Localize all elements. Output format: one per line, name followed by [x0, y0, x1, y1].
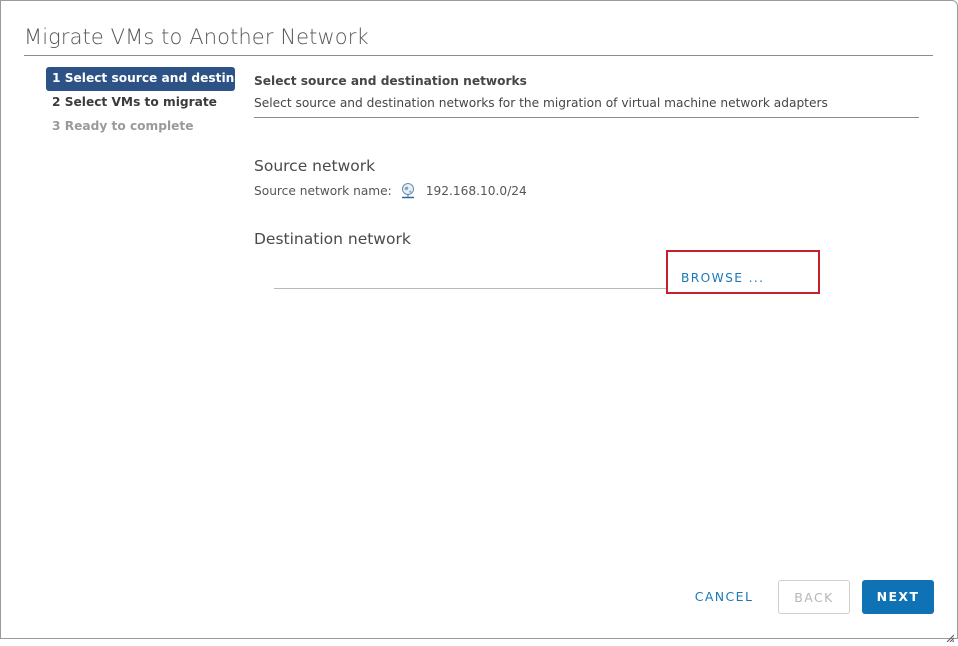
step-ready-to-complete: 3 Ready to complete [52, 119, 194, 133]
destination-network-input[interactable] [274, 288, 666, 289]
source-network-label: Source network name: [254, 184, 392, 198]
wizard-steps: 1 Select source and destina... 2 Select … [46, 67, 235, 139]
header-divider [254, 117, 919, 118]
source-network-title: Source network [254, 157, 376, 175]
page-header-description: Select source and destination networks f… [254, 96, 828, 110]
back-button: BACK [778, 580, 850, 614]
source-network-row: Source network name: 192.168.10.0/24 [254, 182, 527, 200]
cancel-button[interactable]: CANCEL [683, 580, 765, 614]
browse-button-label: BROWSE ... [681, 271, 765, 285]
destination-network-title: Destination network [254, 230, 411, 248]
step-select-networks[interactable]: 1 Select source and destina... [46, 67, 235, 91]
resize-grip-icon[interactable] [946, 627, 955, 643]
network-icon [400, 182, 416, 200]
step-select-vms[interactable]: 2 Select VMs to migrate [46, 91, 235, 115]
next-button[interactable]: NEXT [862, 580, 934, 614]
page-header: Select source and destination networks S… [254, 73, 919, 118]
source-network-value: 192.168.10.0/24 [425, 184, 527, 198]
title-divider [24, 55, 933, 56]
dialog-title: Migrate VMs to Another Network [24, 25, 369, 49]
page-header-title: Select source and destination networks [254, 74, 527, 88]
migrate-vms-dialog: Migrate VMs to Another Network 1 Select … [0, 0, 958, 643]
browse-button[interactable]: BROWSE ... [666, 250, 820, 294]
